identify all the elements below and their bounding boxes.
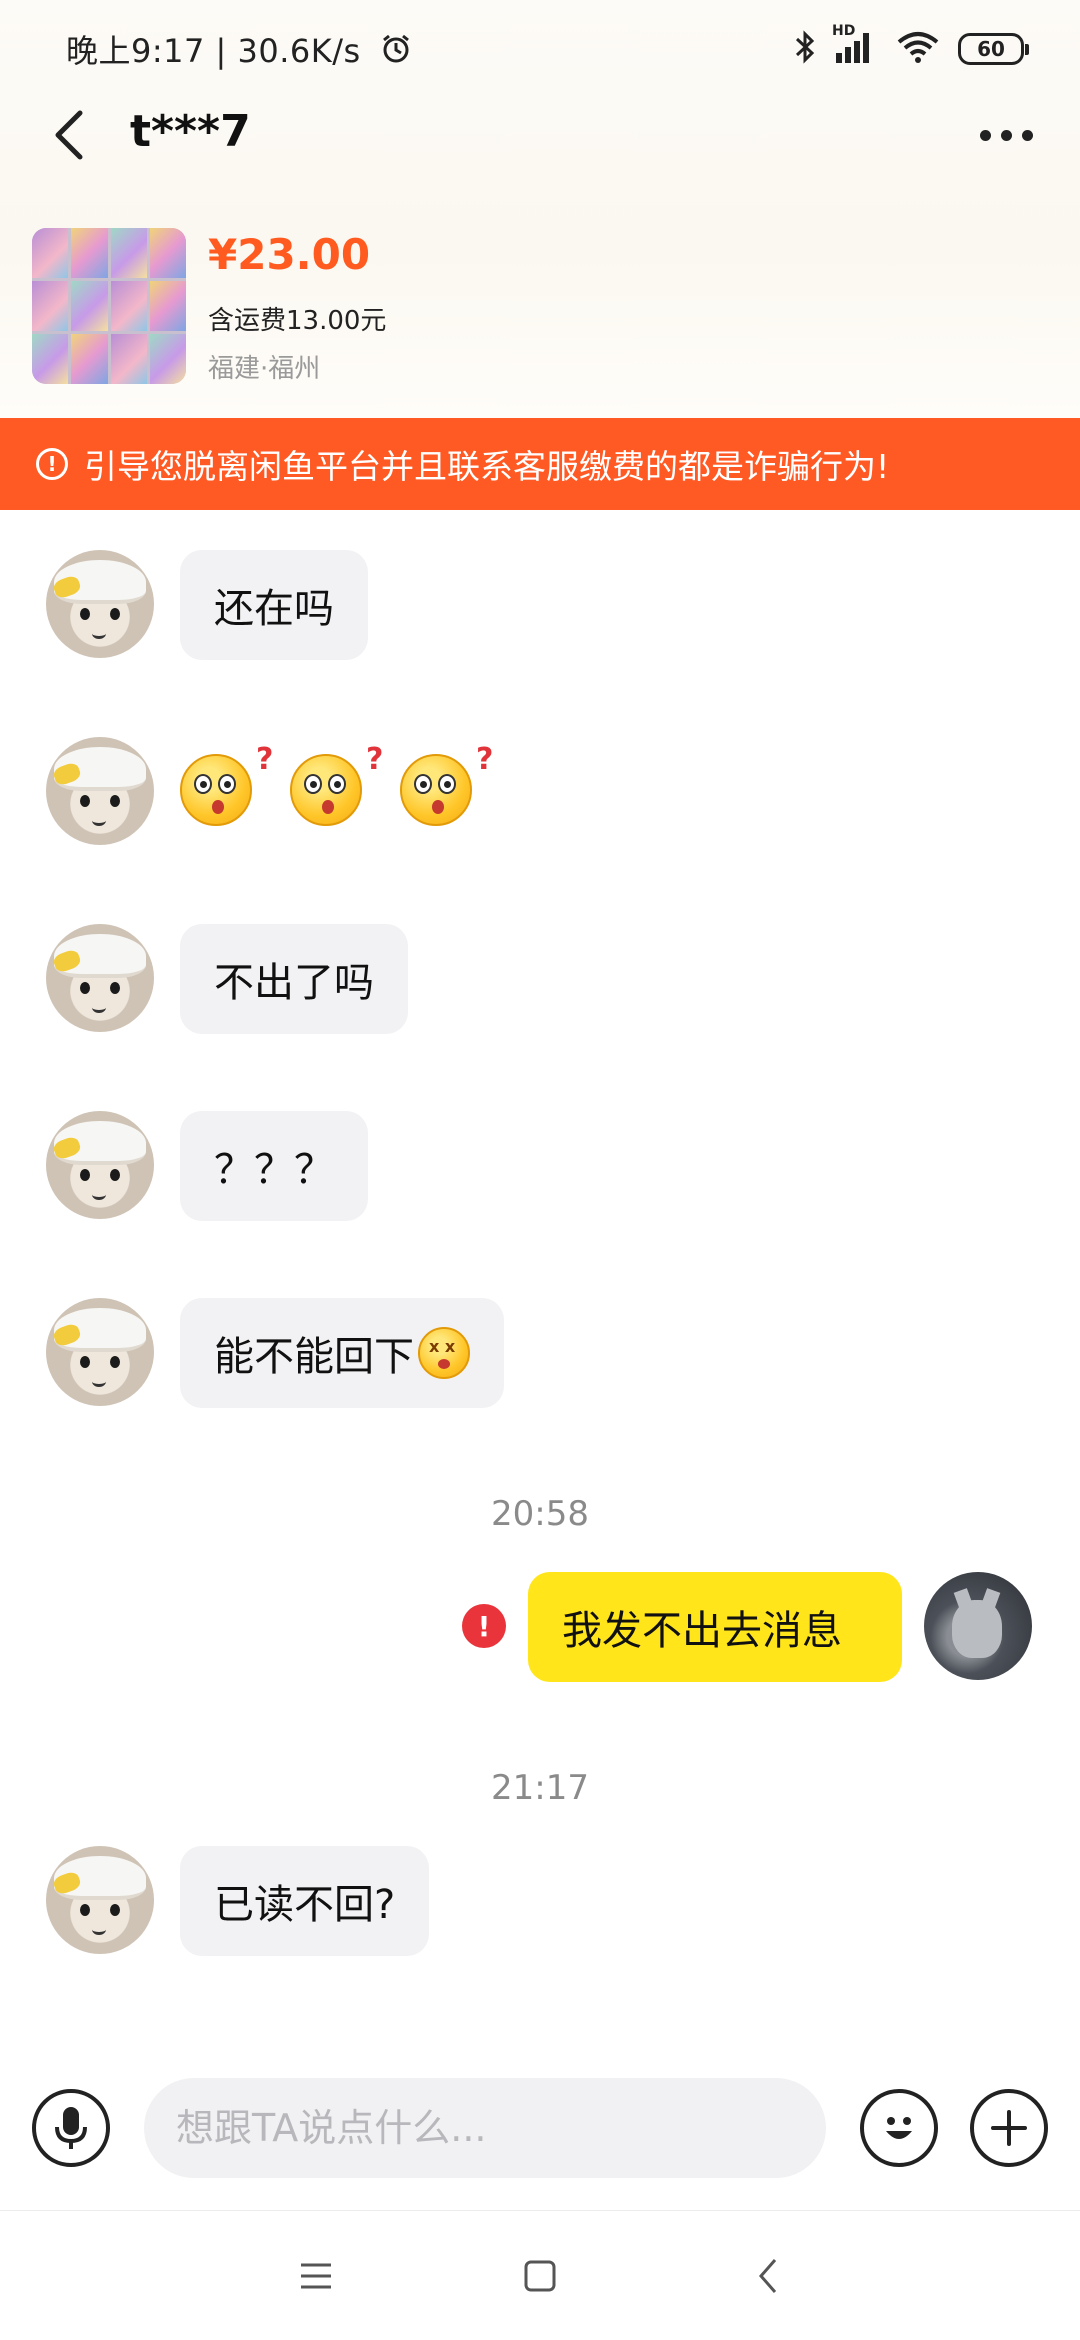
partner-avatar[interactable] (46, 924, 154, 1032)
seller-location: 福建·福州 (208, 354, 321, 384)
message-text: 我发不出去消息 (562, 1608, 842, 1654)
partner-avatar[interactable] (46, 1298, 154, 1406)
back-button[interactable] (40, 100, 100, 170)
status-icons: HD 60 (794, 23, 1029, 74)
my-avatar[interactable] (924, 1572, 1032, 1680)
message-bubble[interactable]: 不出了吗 (180, 924, 408, 1034)
product-price[interactable]: ¥23.00 (208, 230, 370, 279)
partner-avatar[interactable] (46, 737, 154, 845)
product-thumbnail[interactable] (32, 228, 186, 384)
my-message-bubble[interactable]: 我发不出去消息 (528, 1572, 902, 1682)
message-timestamp: 21:17 (491, 1768, 589, 1808)
message-text: 还在吗 (214, 586, 334, 632)
alarm-icon (379, 32, 413, 74)
cellular-signal-icon: HD (832, 23, 878, 69)
network-type-label: HD (832, 23, 856, 39)
question-mark-icon: ? (366, 742, 384, 777)
warning-text: 引导您脱离闲鱼平台并且联系客服缴费的都是诈骗行为! (84, 447, 890, 486)
voice-button[interactable] (32, 2089, 110, 2167)
chevron-left-icon (759, 2259, 777, 2293)
message-text: 不出了吗 (214, 960, 374, 1006)
message-timestamp: 20:58 (491, 1494, 589, 1534)
status-time-speed: 晚上9:17 | 30.6K/s (66, 26, 413, 74)
plus-icon (991, 2110, 1027, 2146)
status-bar: 晚上9:17 | 30.6K/s HD 60 (0, 0, 1080, 96)
add-attachment-button[interactable] (970, 2089, 1048, 2167)
confused-face-icon (290, 754, 362, 826)
shipping-fee: 含运费13.00元 (208, 306, 387, 336)
menu-icon (301, 2263, 331, 2289)
chat-partner-name: t***7 (130, 106, 251, 157)
microphone-icon (55, 2107, 87, 2149)
more-dot-icon (979, 129, 991, 141)
home-square-icon (524, 2260, 556, 2292)
chat-screen: 晚上9:17 | 30.6K/s HD 60 t***7 ¥23.00 含运费1… (0, 0, 1080, 2340)
battery-level: 60 (977, 37, 1005, 61)
question-mark-icon: ? (256, 742, 274, 777)
partner-avatar[interactable] (46, 1111, 154, 1219)
more-dot-icon (1021, 129, 1033, 141)
partner-avatar[interactable] (46, 1846, 154, 1954)
fraud-warning-banner: ! 引导您脱离闲鱼平台并且联系客服缴费的都是诈骗行为! (0, 418, 1080, 510)
message-bubble[interactable]: 能不能回下 (180, 1298, 504, 1408)
back-arrow-icon (55, 110, 83, 160)
system-back-button[interactable] (738, 2246, 798, 2306)
confused-face-icon (400, 754, 472, 826)
warning-icon-glyph: ! (47, 452, 57, 476)
message-text: ？？？ (214, 1147, 334, 1193)
message-text: 已读不回? (214, 1882, 396, 1928)
confused-face-icon (180, 754, 252, 826)
recent-apps-button[interactable] (286, 2246, 346, 2306)
emoji-button[interactable] (860, 2089, 938, 2167)
send-failed-glyph: ! (477, 1609, 491, 1643)
message-bubble[interactable]: 还在吗 (180, 550, 368, 660)
bluetooth-icon (794, 30, 816, 68)
more-options-button[interactable] (966, 110, 1046, 160)
more-dot-icon (1000, 129, 1012, 141)
message-bubble[interactable]: 已读不回? (180, 1846, 430, 1956)
message-bubble[interactable]: ？？？ (180, 1111, 368, 1221)
dizzy-face-icon (418, 1327, 470, 1379)
wifi-icon (896, 30, 940, 68)
message-text: 能不能回下 (214, 1334, 414, 1380)
battery-icon: 60 (958, 33, 1029, 65)
home-button[interactable] (510, 2246, 570, 2306)
emoji-message[interactable]: ? ? ? (178, 740, 518, 850)
send-failed-icon[interactable]: ! (462, 1604, 506, 1648)
warning-icon: ! (36, 448, 68, 480)
question-mark-icon: ? (476, 742, 494, 777)
smiley-icon (886, 2117, 912, 2139)
message-input[interactable] (144, 2078, 826, 2178)
status-time-text: 晚上9:17 | 30.6K/s (66, 32, 361, 70)
partner-avatar[interactable] (46, 550, 154, 658)
